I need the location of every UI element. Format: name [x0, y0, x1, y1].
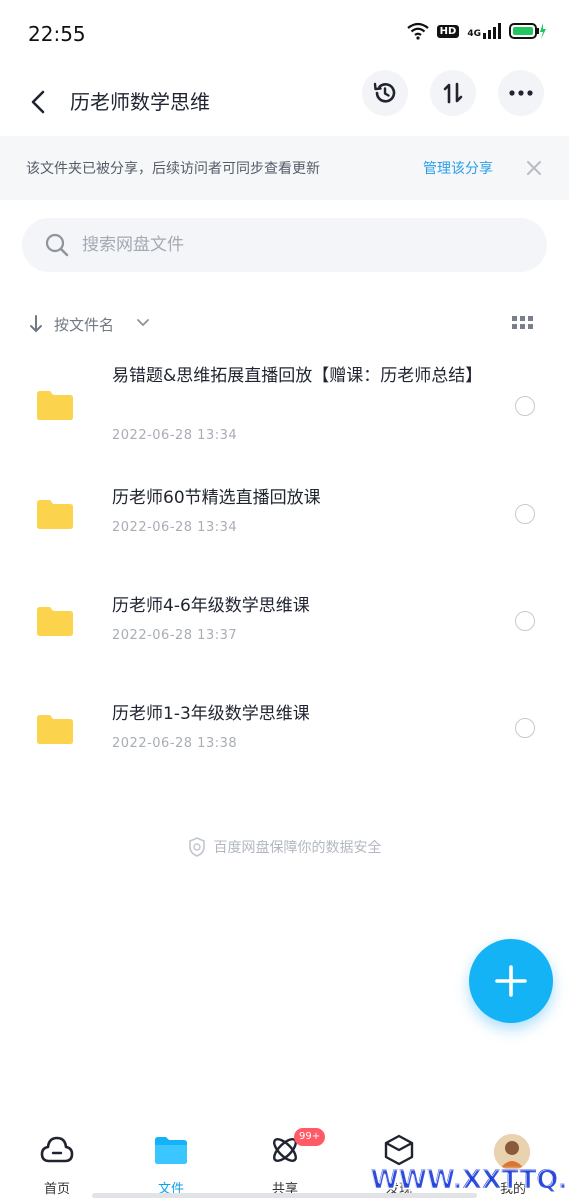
- signal-icon: 4G: [467, 23, 501, 39]
- file-row[interactable]: 历老师1-3年级数学思维课 2022-06-28 13:38: [0, 692, 569, 772]
- file-date: 2022-06-28 13:34: [112, 520, 238, 535]
- search-bar: [22, 218, 547, 272]
- sort-row: 按文件名: [0, 306, 569, 342]
- chevron-down-icon[interactable]: [136, 318, 150, 328]
- transfer-button[interactable]: [430, 70, 476, 116]
- file-row[interactable]: 历老师4-6年级数学思维课 2022-06-28 13:37: [0, 584, 569, 664]
- folder-icon: [153, 1132, 189, 1168]
- select-checkbox[interactable]: [515, 396, 535, 416]
- more-button[interactable]: [498, 70, 544, 116]
- select-checkbox[interactable]: [515, 504, 535, 524]
- file-name: 历老师4-6年级数学思维课: [112, 596, 310, 616]
- file-date: 2022-06-28 13:38: [112, 736, 238, 751]
- plus-icon: [495, 965, 527, 997]
- manage-share-link[interactable]: 管理该分享: [423, 158, 493, 178]
- notification-badge: 99+: [294, 1128, 326, 1146]
- folder-icon: [37, 607, 73, 636]
- back-button[interactable]: [22, 80, 54, 124]
- select-checkbox[interactable]: [515, 611, 535, 631]
- svg-text:WWW.XXTTQ.COM: WWW.XXTTQ.COM: [370, 1165, 566, 1194]
- gesture-bar: [92, 1193, 477, 1198]
- add-button[interactable]: [469, 939, 553, 1023]
- safety-notice: 百度网盘保障你的数据安全: [0, 832, 569, 862]
- safety-text: 百度网盘保障你的数据安全: [213, 840, 382, 856]
- file-name: 历老师60节精选直播回放课: [112, 488, 321, 508]
- more-icon: [509, 90, 533, 96]
- up-down-arrows-icon: [443, 82, 463, 104]
- network-type: 4G: [467, 29, 481, 39]
- nav-home[interactable]: 首页: [0, 1120, 114, 1200]
- folder-icon: [37, 715, 73, 744]
- page-title: 历老师数学思维: [70, 90, 210, 114]
- history-button[interactable]: [362, 70, 408, 116]
- file-name: 历老师1-3年级数学思维课: [112, 704, 310, 724]
- chevron-left-icon: [31, 90, 45, 114]
- search-icon: [45, 233, 69, 257]
- status-icons: HD 4G: [406, 22, 547, 40]
- title-bar: 历老师数学思维: [0, 70, 569, 136]
- file-row[interactable]: 易错题&思维拓展直播回放【赠课：历老师总结】 2022-06-28 13:34: [0, 356, 569, 456]
- file-date: 2022-06-28 13:34: [112, 428, 238, 443]
- nav-files[interactable]: 文件: [114, 1120, 228, 1200]
- status-bar: 22:55 HD 4G: [0, 0, 569, 70]
- select-checkbox[interactable]: [515, 718, 535, 738]
- share-notice: 该文件夹已被分享，后续访问者可同步查看更新 管理该分享: [0, 136, 569, 200]
- grid-view-icon[interactable]: [512, 316, 534, 332]
- file-date: 2022-06-28 13:37: [112, 628, 238, 643]
- battery-icon: [509, 23, 546, 39]
- cloud-icon: [39, 1132, 75, 1168]
- close-notice-button[interactable]: [520, 154, 548, 182]
- folder-icon: [37, 500, 73, 529]
- file-row[interactable]: 历老师60节精选直播回放课 2022-06-28 13:34: [0, 476, 569, 556]
- share-notice-text: 该文件夹已被分享，后续访问者可同步查看更新: [26, 161, 320, 177]
- arrow-down-icon: [30, 315, 42, 332]
- status-time: 22:55: [28, 22, 86, 46]
- shield-icon: [188, 837, 205, 857]
- folder-icon: [37, 391, 73, 420]
- hd-icon: HD: [436, 24, 460, 38]
- wifi-icon: [406, 22, 429, 40]
- sort-selector[interactable]: 按文件名: [54, 314, 114, 335]
- nav-share[interactable]: 99+ 共享: [228, 1120, 342, 1200]
- close-icon: [527, 161, 541, 175]
- file-name: 易错题&思维拓展直播回放【赠课：历老师总结】: [112, 366, 483, 386]
- history-icon: [373, 82, 396, 103]
- search-input[interactable]: [82, 218, 522, 272]
